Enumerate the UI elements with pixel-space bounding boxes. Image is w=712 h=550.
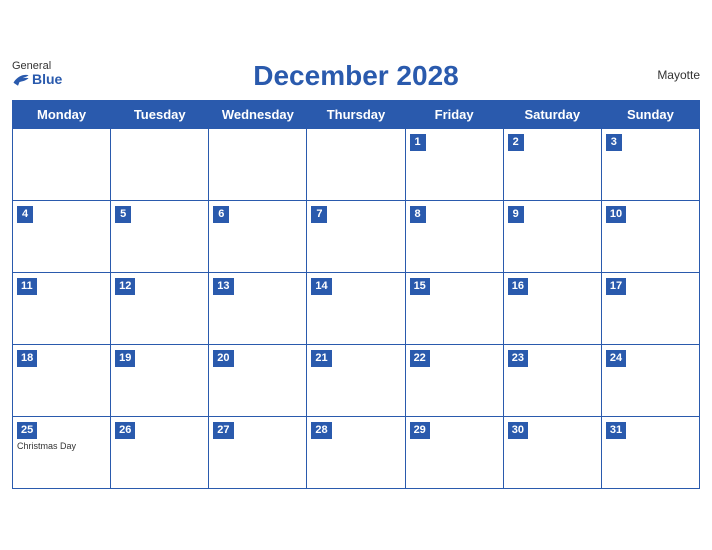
calendar-cell: 7	[307, 200, 405, 272]
day-number: 21	[311, 350, 331, 367]
calendar-cell: 14	[307, 272, 405, 344]
weekday-header-sunday: Sunday	[601, 100, 699, 128]
calendar-cell: 6	[209, 200, 307, 272]
day-number: 15	[410, 278, 430, 295]
calendar-cell: 9	[503, 200, 601, 272]
day-number: 2	[508, 134, 524, 151]
logo-general-text: General	[12, 60, 51, 72]
calendar-thead: MondayTuesdayWednesdayThursdayFridaySatu…	[13, 100, 700, 128]
day-number: 25	[17, 422, 37, 439]
calendar-container: General Blue December 2028 Mayotte Monda…	[0, 50, 712, 501]
logo: General Blue	[12, 60, 62, 87]
calendar-cell: 30	[503, 416, 601, 488]
day-number: 12	[115, 278, 135, 295]
weekday-header-wednesday: Wednesday	[209, 100, 307, 128]
calendar-cell: 3	[601, 128, 699, 200]
calendar-cell: 4	[13, 200, 111, 272]
region-label: Mayotte	[657, 68, 700, 82]
day-number: 28	[311, 422, 331, 439]
holiday-label: Christmas Day	[17, 441, 106, 451]
calendar-cell: 12	[111, 272, 209, 344]
calendar-cell: 23	[503, 344, 601, 416]
calendar-table: MondayTuesdayWednesdayThursdayFridaySatu…	[12, 100, 700, 489]
calendar-cell: 15	[405, 272, 503, 344]
calendar-cell: 21	[307, 344, 405, 416]
calendar-cell: 5	[111, 200, 209, 272]
calendar-cell: 28	[307, 416, 405, 488]
weekday-header-tuesday: Tuesday	[111, 100, 209, 128]
day-number: 8	[410, 206, 426, 223]
week-row-0: 1 2 3	[13, 128, 700, 200]
day-number: 31	[606, 422, 626, 439]
weekday-header-thursday: Thursday	[307, 100, 405, 128]
calendar-tbody: 1234567891011121314151617181920212223242…	[13, 128, 700, 488]
day-number: 13	[213, 278, 233, 295]
calendar-cell	[209, 128, 307, 200]
calendar-cell: 1	[405, 128, 503, 200]
calendar-cell: 19	[111, 344, 209, 416]
calendar-cell: 13	[209, 272, 307, 344]
day-number: 29	[410, 422, 430, 439]
week-row-3: 18 19 20 21 22 23 24	[13, 344, 700, 416]
weekday-header-monday: Monday	[13, 100, 111, 128]
day-number: 24	[606, 350, 626, 367]
day-number: 22	[410, 350, 430, 367]
day-number: 23	[508, 350, 528, 367]
calendar-cell: 18	[13, 344, 111, 416]
day-number: 30	[508, 422, 528, 439]
calendar-cell: 24	[601, 344, 699, 416]
day-number: 3	[606, 134, 622, 151]
weekday-header-row: MondayTuesdayWednesdayThursdayFridaySatu…	[13, 100, 700, 128]
day-number: 10	[606, 206, 626, 223]
day-number: 6	[213, 206, 229, 223]
calendar-cell	[307, 128, 405, 200]
calendar-cell: 22	[405, 344, 503, 416]
day-number: 7	[311, 206, 327, 223]
logo-bird-icon	[12, 72, 30, 86]
calendar-cell: 2	[503, 128, 601, 200]
day-number: 20	[213, 350, 233, 367]
day-number: 9	[508, 206, 524, 223]
day-number: 14	[311, 278, 331, 295]
day-number: 5	[115, 206, 131, 223]
day-number: 19	[115, 350, 135, 367]
week-row-2: 11 12 13 14 15 16 17	[13, 272, 700, 344]
day-number: 16	[508, 278, 528, 295]
day-number: 17	[606, 278, 626, 295]
day-number: 4	[17, 206, 33, 223]
day-number: 18	[17, 350, 37, 367]
logo-blue-text: Blue	[12, 72, 62, 87]
day-number: 1	[410, 134, 426, 151]
calendar-cell: 26	[111, 416, 209, 488]
week-row-1: 4 5 6 7 8 9 10	[13, 200, 700, 272]
calendar-cell: 10	[601, 200, 699, 272]
calendar-cell: 11	[13, 272, 111, 344]
calendar-cell: 20	[209, 344, 307, 416]
calendar-cell	[111, 128, 209, 200]
weekday-header-saturday: Saturday	[503, 100, 601, 128]
calendar-cell: 27	[209, 416, 307, 488]
calendar-cell: 31	[601, 416, 699, 488]
calendar-cell	[13, 128, 111, 200]
calendar-cell: 25 Christmas Day	[13, 416, 111, 488]
day-number: 27	[213, 422, 233, 439]
calendar-cell: 29	[405, 416, 503, 488]
calendar-cell: 8	[405, 200, 503, 272]
weekday-header-friday: Friday	[405, 100, 503, 128]
week-row-4: 25 Christmas Day 26 27 28 29 30 31	[13, 416, 700, 488]
calendar-cell: 16	[503, 272, 601, 344]
day-number: 26	[115, 422, 135, 439]
calendar-cell: 17	[601, 272, 699, 344]
day-number: 11	[17, 278, 37, 295]
calendar-header: General Blue December 2028 Mayotte	[12, 60, 700, 92]
calendar-title: December 2028	[253, 60, 458, 92]
